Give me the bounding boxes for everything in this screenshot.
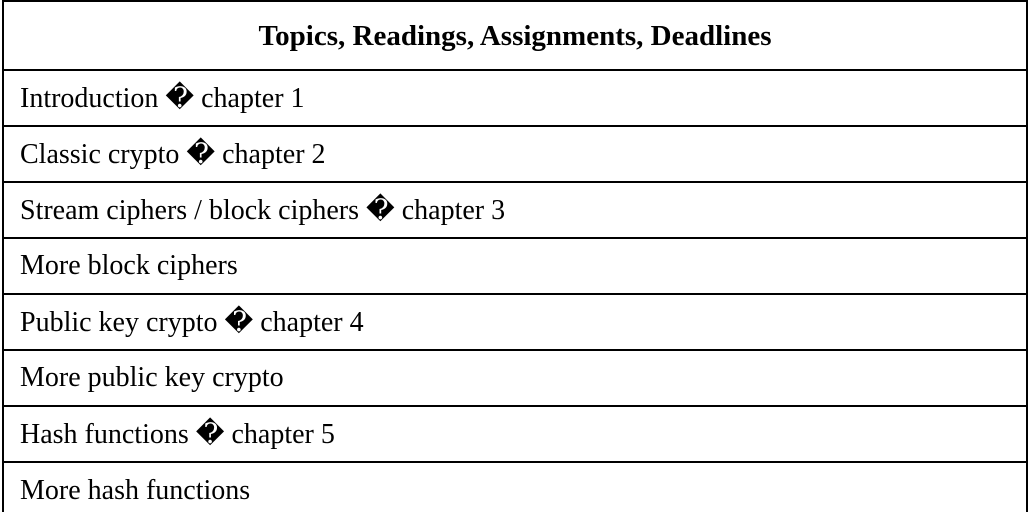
table-row: Public key crypto � chapter 4	[4, 295, 1026, 351]
topics-table: Topics, Readings, Assignments, Deadlines…	[2, 0, 1028, 512]
table-row: Introduction � chapter 1	[4, 71, 1026, 127]
table-row: More public key crypto	[4, 351, 1026, 407]
table-row: More hash functions	[20, 474, 251, 506]
table-header: Topics, Readings, Assignments, Deadlines	[4, 2, 1026, 71]
table-row: More block ciphers	[4, 239, 1026, 295]
table-row: Stream ciphers / block ciphers � chapter…	[4, 183, 1026, 239]
table-row: Classic crypto � chapter 2	[4, 127, 1026, 183]
table-row: Hash functions � chapter 5	[4, 407, 1026, 463]
